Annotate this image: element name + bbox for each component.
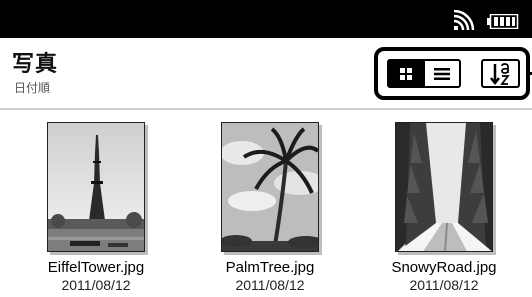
view-toolbar <box>374 47 530 100</box>
snowy-road-image <box>396 123 492 251</box>
status-bar <box>0 0 532 38</box>
grid-view-button[interactable] <box>387 59 425 88</box>
photo-thumbnail[interactable] <box>221 122 319 252</box>
photo-thumbnail[interactable] <box>395 122 493 252</box>
photo-item[interactable]: SnowyRoad.jpg 2011/08/12 <box>374 112 514 297</box>
photo-date: 2011/08/12 <box>61 277 131 293</box>
sort-order-label: 日付順 <box>14 81 51 95</box>
photo-grid: EiffelTower.jpg 2011/08/12 PalmTree.jpg … <box>0 112 532 297</box>
sort-button[interactable] <box>481 59 520 88</box>
grid-view-icon <box>400 67 412 80</box>
photo-thumbnail[interactable] <box>47 122 145 252</box>
photo-filename: EiffelTower.jpg <box>47 259 145 276</box>
photo-filename: SnowyRoad.jpg <box>391 259 497 276</box>
battery-icon <box>487 14 519 29</box>
photo-filename: PalmTree.jpg <box>225 259 315 276</box>
sort-alpha-icon <box>489 62 510 85</box>
photo-item[interactable]: PalmTree.jpg 2011/08/12 <box>200 112 340 297</box>
photo-date: 2011/08/12 <box>235 277 305 293</box>
eiffel-tower-image <box>48 123 144 251</box>
photo-date: 2011/08/12 <box>409 277 479 293</box>
list-view-button[interactable] <box>423 59 461 88</box>
palm-tree-image <box>222 123 318 251</box>
photo-item[interactable]: EiffelTower.jpg 2011/08/12 <box>26 112 166 297</box>
page-title: 写真 <box>12 52 59 77</box>
list-view-icon <box>434 67 450 80</box>
wifi-icon <box>453 10 475 31</box>
